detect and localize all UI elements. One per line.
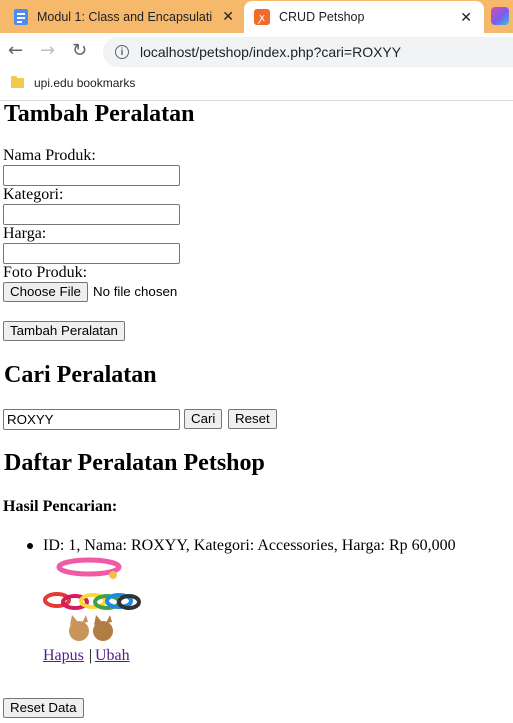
reload-icon[interactable]: ↻ <box>72 42 87 60</box>
photo-label: Foto Produk: <box>3 264 88 281</box>
search-heading: Cari Peralatan <box>4 362 157 388</box>
tab-modul-1[interactable]: Modul 1: Class and Encapsulation ✕ <box>0 0 244 33</box>
no-file-text: No file chosen <box>93 284 178 299</box>
reset-search-button[interactable]: Reset <box>228 409 277 429</box>
choose-file-button[interactable]: Choose File <box>3 282 88 302</box>
back-arrow-icon[interactable]: ← <box>8 42 23 60</box>
close-tab-icon[interactable]: ✕ <box>460 9 472 26</box>
product-photo <box>43 553 141 643</box>
bookmark-folder-label: upi.edu bookmarks <box>34 76 136 90</box>
tab-crud-petshop[interactable]: ꭗ CRUD Petshop ✕ <box>244 1 484 33</box>
forward-arrow-icon[interactable]: → <box>40 42 55 60</box>
reset-data-button[interactable]: Reset Data <box>3 698 84 718</box>
results-heading: Hasil Pencarian: <box>3 498 118 515</box>
url-text: localhost/petshop/index.php?cari=ROXYY <box>140 44 402 60</box>
edit-link[interactable]: Ubah <box>95 647 130 665</box>
page-content: Tambah Peralatan Nama Produk: Kategori: … <box>0 101 513 723</box>
price-label: Harga: <box>3 225 47 242</box>
folder-icon <box>11 76 24 88</box>
close-tab-icon[interactable]: ✕ <box>222 8 234 25</box>
name-input[interactable] <box>3 165 180 186</box>
list-heading: Daftar Peralatan Petshop <box>4 450 265 476</box>
bookmarks-bar: upi.edu bookmarks <box>0 70 513 101</box>
link-separator: | <box>89 647 93 664</box>
name-label: Nama Produk: <box>3 147 96 164</box>
browser-tab-strip: Modul 1: Class and Encapsulation ✕ ꭗ CRU… <box>0 0 513 33</box>
tab-title: Modul 1: Class and Encapsulation <box>37 9 212 24</box>
extension-tab-icon[interactable] <box>491 7 509 25</box>
category-label: Kategori: <box>3 186 64 203</box>
bookmark-folder[interactable]: upi.edu bookmarks <box>11 76 135 90</box>
xampp-icon: ꭗ <box>254 9 270 25</box>
add-equipment-button[interactable]: Tambah Peralatan <box>3 321 125 341</box>
delete-link[interactable]: Hapus <box>43 647 84 665</box>
list-bullet <box>27 543 33 549</box>
add-heading: Tambah Peralatan <box>4 101 195 127</box>
search-button[interactable]: Cari <box>184 409 223 429</box>
browser-toolbar: ← → ↻ i localhost/petshop/index.php?cari… <box>0 33 513 70</box>
google-docs-icon <box>14 8 28 25</box>
address-bar[interactable]: i localhost/petshop/index.php?cari=ROXYY <box>103 37 513 67</box>
search-input[interactable] <box>3 409 180 430</box>
price-input[interactable] <box>3 243 180 264</box>
category-input[interactable] <box>3 204 180 225</box>
tab-title: CRUD Petshop <box>279 10 365 24</box>
site-info-icon[interactable]: i <box>115 45 129 59</box>
